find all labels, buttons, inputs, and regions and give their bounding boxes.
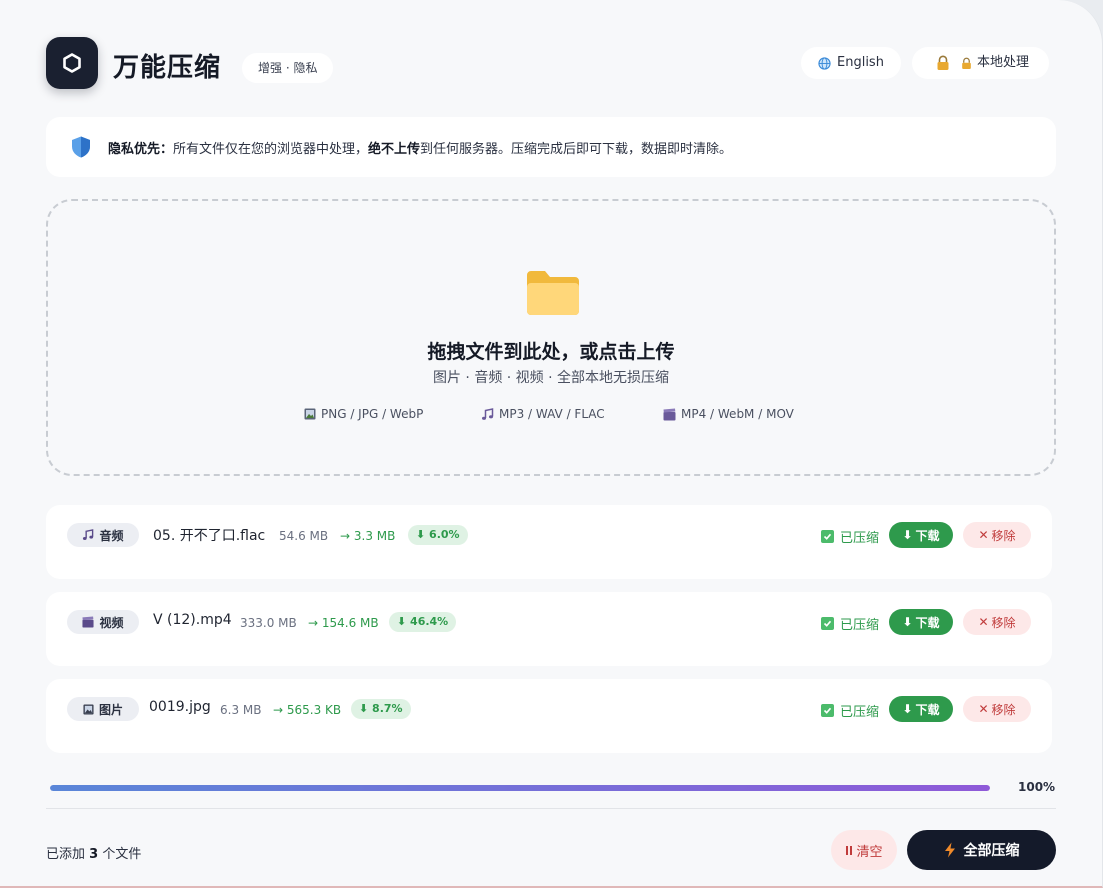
picture-icon bbox=[83, 703, 94, 715]
compression-ratio-badge: ⬇ 8.7% bbox=[351, 699, 411, 719]
clear-button[interactable]: 清空 bbox=[831, 830, 897, 870]
close-icon: ✕ bbox=[978, 528, 989, 542]
file-count: 已添加 3 个文件 bbox=[46, 843, 141, 862]
download-label: 下载 bbox=[915, 528, 940, 543]
privacy-label: 隐私优先： bbox=[108, 141, 174, 157]
compression-ratio-badge: ⬇ 46.4% bbox=[389, 612, 457, 632]
status-compressed: 已压缩 bbox=[821, 614, 879, 633]
file-row: 视频 V (12).mp4 333.0 MB → 154.6 MB ⬇ 46.4… bbox=[46, 592, 1052, 666]
dropzone-title: 拖拽文件到此处，或点击上传 bbox=[427, 341, 675, 363]
compressed-size: → 3.3 MB bbox=[340, 529, 396, 543]
close-icon: ✕ bbox=[978, 702, 989, 716]
progress-label: 100% bbox=[1018, 780, 1056, 794]
music-note-icon bbox=[83, 529, 94, 540]
format-image: PNG / JPG / WebP bbox=[304, 407, 423, 421]
format-image-label: PNG / JPG / WebP bbox=[321, 407, 424, 421]
file-count-prefix: 已添加 bbox=[46, 847, 86, 862]
file-count-number: 3 bbox=[89, 847, 99, 862]
privacy-text-before: 所有文件仅在您的浏览器中处理， bbox=[173, 141, 369, 157]
privacy-notice: 隐私优先： 所有文件仅在您的浏览器中处理， 绝不上传 到任何服务器。压缩完成后即… bbox=[46, 117, 1056, 177]
language-button-label: English bbox=[837, 55, 884, 70]
app-card: 万能压缩 增强 · 隐私 English 本地处理 隐私优先： 所有文件仅在您的… bbox=[0, 0, 1103, 888]
local-processing-label: 本地处理 bbox=[977, 55, 1030, 70]
local-processing-button[interactable]: 本地处理 bbox=[912, 47, 1050, 79]
feature-tag: 增强 · 隐私 bbox=[242, 53, 334, 83]
file-name: V (12).mp4 bbox=[153, 612, 232, 628]
remove-label: 移除 bbox=[991, 528, 1016, 543]
privacy-emphasis: 绝不上传 bbox=[368, 141, 421, 157]
download-button[interactable]: ⬇ 下载 bbox=[889, 609, 953, 635]
download-label: 下载 bbox=[915, 702, 940, 717]
remove-button[interactable]: ✕ 移除 bbox=[963, 522, 1031, 548]
original-size: 333.0 MB bbox=[240, 616, 297, 630]
status-label: 已压缩 bbox=[840, 531, 880, 546]
original-size: 6.3 MB bbox=[220, 703, 262, 717]
shield-icon bbox=[72, 136, 90, 158]
compression-ratio-badge: ⬇ 6.0% bbox=[408, 525, 468, 545]
app-title: 万能压缩 bbox=[113, 53, 222, 83]
file-name: 05. 开不了口.flac bbox=[153, 528, 266, 544]
compressed-size: → 154.6 MB bbox=[308, 616, 379, 630]
compressed-size: → 565.3 KB bbox=[273, 703, 342, 717]
file-type-badge: 视频 bbox=[67, 610, 139, 634]
file-count-suffix: 个文件 bbox=[102, 847, 142, 862]
status-label: 已压缩 bbox=[840, 618, 880, 633]
remove-button[interactable]: ✕ 移除 bbox=[963, 696, 1031, 722]
close-icon: ✕ bbox=[978, 615, 989, 629]
download-arrow-icon: ⬇ bbox=[902, 528, 913, 542]
picture-icon bbox=[304, 408, 316, 420]
file-row: 图片 0019.jpg 6.3 MB → 565.3 KB ⬇ 8.7% 已压缩… bbox=[46, 679, 1052, 753]
hexagon-icon bbox=[63, 53, 81, 73]
progress-bar bbox=[50, 785, 990, 791]
clapperboard-icon bbox=[663, 408, 676, 420]
remove-label: 移除 bbox=[991, 702, 1016, 717]
globe-icon bbox=[818, 56, 831, 70]
lightning-icon bbox=[944, 842, 955, 858]
status-label: 已压缩 bbox=[840, 705, 880, 720]
music-note-icon bbox=[482, 407, 494, 420]
trash-icon bbox=[846, 845, 853, 855]
file-dropzone[interactable]: 拖拽文件到此处，或点击上传 图片 · 音频 · 视频 · 全部本地无损压缩 PN… bbox=[46, 199, 1056, 476]
clapperboard-icon bbox=[82, 616, 95, 628]
status-compressed: 已压缩 bbox=[821, 527, 879, 546]
compress-all-label: 全部压缩 bbox=[963, 843, 1020, 859]
checkmark-icon bbox=[821, 617, 834, 630]
download-button[interactable]: ⬇ 下载 bbox=[889, 696, 953, 722]
checkmark-icon bbox=[821, 704, 834, 717]
format-audio: MP3 / WAV / FLAC bbox=[481, 407, 605, 421]
download-arrow-icon: ⬇ bbox=[902, 702, 913, 716]
file-type-badge: 图片 bbox=[67, 697, 139, 721]
download-button[interactable]: ⬇ 下载 bbox=[889, 522, 953, 548]
download-arrow-icon: ⬇ bbox=[902, 615, 913, 629]
checkmark-icon bbox=[821, 530, 834, 543]
header: 万能压缩 增强 · 隐私 English 本地处理 bbox=[46, 37, 1056, 91]
compress-all-button[interactable]: 全部压缩 bbox=[907, 830, 1056, 870]
file-type-label: 视频 bbox=[99, 615, 124, 630]
file-type-label: 图片 bbox=[98, 702, 123, 717]
clear-label: 清空 bbox=[856, 844, 883, 860]
file-row: 音频 05. 开不了口.flac 54.6 MB → 3.3 MB ⬇ 6.0%… bbox=[46, 505, 1052, 579]
supported-formats: PNG / JPG / WebP MP3 / WAV / FLAC MP4 / … bbox=[48, 407, 1054, 427]
download-label: 下载 bbox=[915, 615, 940, 630]
file-name: 0019.jpg bbox=[149, 699, 211, 715]
remove-label: 移除 bbox=[991, 615, 1016, 630]
footer-divider bbox=[46, 808, 1056, 809]
app-logo bbox=[46, 37, 98, 89]
file-type-label: 音频 bbox=[99, 528, 124, 543]
file-type-badge: 音频 bbox=[67, 523, 139, 547]
lock-icon-small bbox=[962, 57, 971, 69]
status-compressed: 已压缩 bbox=[821, 701, 879, 720]
remove-button[interactable]: ✕ 移除 bbox=[963, 609, 1031, 635]
language-button[interactable]: English bbox=[801, 47, 901, 79]
folder-icon bbox=[527, 271, 579, 315]
dropzone-subtitle: 图片 · 音频 · 视频 · 全部本地无损压缩 bbox=[432, 370, 670, 386]
original-size: 54.6 MB bbox=[279, 529, 329, 543]
lock-icon bbox=[937, 55, 949, 70]
progress-bar-fill bbox=[50, 785, 990, 791]
format-video: MP4 / WebM / MOV bbox=[663, 407, 794, 421]
format-video-label: MP4 / WebM / MOV bbox=[681, 407, 794, 421]
format-audio-label: MP3 / WAV / FLAC bbox=[499, 407, 605, 421]
privacy-text-after: 到任何服务器。压缩完成后即可下载，数据即时清除。 bbox=[420, 141, 733, 157]
